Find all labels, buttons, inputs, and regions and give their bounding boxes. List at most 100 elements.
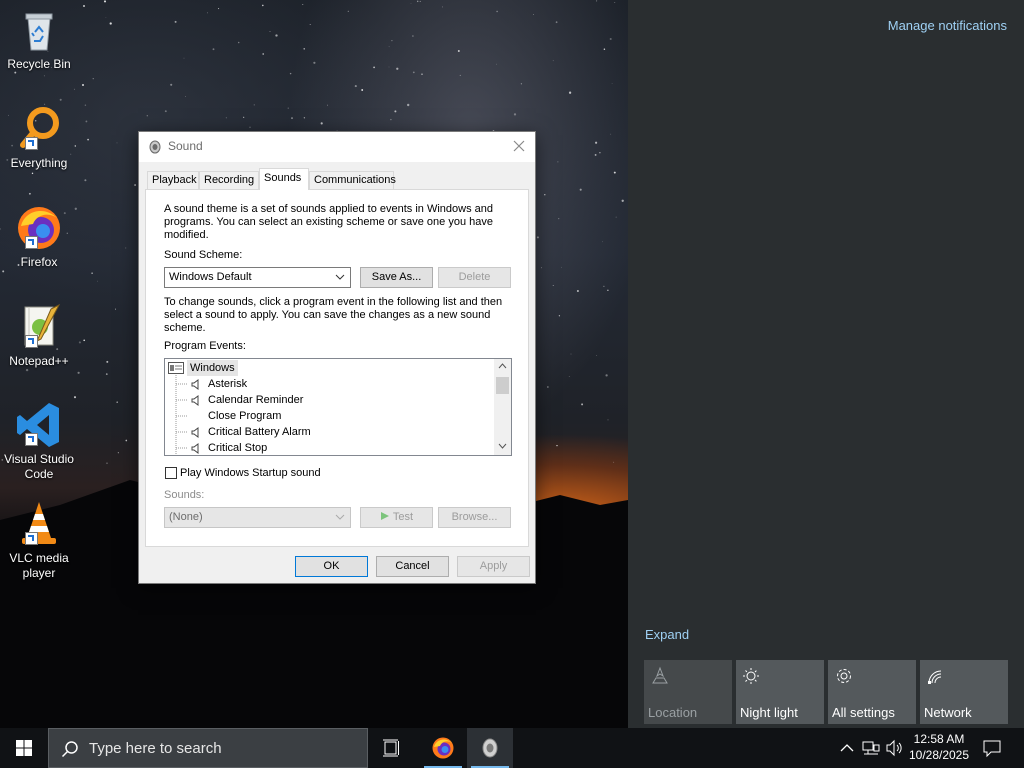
clock-date: 10/28/2025	[908, 748, 970, 762]
tab-sounds[interactable]: Sounds	[259, 168, 309, 190]
event-label: Calendar Reminder	[208, 394, 304, 406]
list-item-event[interactable]: Calendar Reminder	[191, 392, 491, 408]
search-placeholder: Type here to search	[89, 740, 222, 757]
firefox-icon	[432, 737, 454, 759]
quick-action-all-settings[interactable]: All settings	[828, 660, 916, 724]
tab-communications[interactable]: Communications	[309, 171, 396, 189]
desktop-icon-recycle-bin[interactable]: Recycle Bin	[4, 6, 74, 72]
manage-notifications-link[interactable]: Manage notifications	[888, 18, 1007, 33]
speaker-icon	[191, 427, 199, 438]
dialog-titlebar[interactable]: Sound	[139, 132, 535, 162]
startup-sound-checkbox[interactable]	[165, 467, 177, 479]
program-events-label: Program Events:	[164, 340, 246, 352]
cancel-button[interactable]: Cancel	[376, 556, 449, 577]
apply-button[interactable]: Apply	[457, 556, 530, 577]
desktop-icon-everything[interactable]: Everything	[4, 105, 74, 171]
browse-button[interactable]: Browse...	[438, 507, 511, 528]
play-icon	[380, 512, 389, 520]
clock-time: 12:58 AM	[913, 732, 965, 746]
list-item-event[interactable]: Critical Battery Alarm	[191, 424, 491, 440]
chevron-down-icon[interactable]	[498, 443, 507, 449]
quick-action-label: Network	[924, 705, 972, 720]
sound-dialog: Sound Playback Recording Sounds Communic…	[138, 131, 536, 584]
desktop-icon-label: Firefox	[20, 255, 58, 269]
shortcut-arrow-icon	[25, 433, 38, 446]
sound-scheme-select[interactable]: Windows Default	[164, 267, 351, 288]
network-wired-icon[interactable]	[862, 738, 880, 758]
save-as-button[interactable]: Save As...	[360, 267, 433, 288]
list-item-event[interactable]: Close Program	[191, 408, 491, 424]
windows-logo-icon	[16, 740, 32, 756]
desktop-icon-label: Everything	[10, 156, 68, 170]
taskbar-app-sound[interactable]	[467, 728, 513, 768]
scrollbar-thumb[interactable]	[496, 377, 509, 394]
quick-action-night-light[interactable]: Night light	[736, 660, 824, 724]
chevron-down-icon	[335, 514, 345, 520]
shortcut-arrow-icon	[25, 532, 38, 545]
desktop-icon-vscode[interactable]: Visual Studio Code	[4, 401, 74, 482]
test-label: Test	[392, 511, 414, 523]
taskbar-clock[interactable]: 12:58 AM 10/28/2025	[906, 731, 972, 763]
delete-button[interactable]: Delete	[438, 267, 511, 288]
taskbar-search-box[interactable]: Type here to search	[48, 728, 368, 768]
vlc-cone-icon	[15, 500, 63, 548]
task-view-icon	[383, 739, 399, 757]
speaker-icon	[191, 379, 199, 390]
sound-scheme-value: Windows Default	[169, 271, 252, 283]
speaker-app-icon	[149, 140, 161, 154]
chevron-up-icon[interactable]	[840, 738, 854, 758]
quick-action-label: Location	[648, 705, 698, 720]
change-sounds-text: To change sounds, click a program event …	[164, 296, 503, 334]
chevron-up-icon[interactable]	[498, 363, 507, 369]
firefox-icon	[15, 204, 63, 252]
program-events-list[interactable]: Windows Asterisk Calendar Reminder Close…	[164, 358, 512, 456]
list-item-event[interactable]: Asterisk	[191, 376, 491, 392]
vscode-icon	[15, 401, 63, 449]
desktop-icon-vlc[interactable]: VLC media player	[4, 500, 74, 581]
quick-action-network[interactable]: Network	[920, 660, 1008, 724]
network-icon	[928, 670, 942, 684]
speaker-app-icon	[482, 738, 498, 758]
desktop-icon-label: Notepad++	[9, 354, 69, 368]
quick-action-label: All settings	[832, 705, 895, 720]
expand-link[interactable]: Expand	[645, 627, 689, 642]
event-label: Close Program	[208, 410, 282, 422]
volume-icon[interactable]	[885, 738, 905, 758]
action-center: Manage notifications Expand Location Nig…	[628, 0, 1024, 728]
ok-button[interactable]: OK	[295, 556, 368, 577]
notification-center-icon[interactable]	[982, 738, 1002, 758]
speaker-icon	[191, 395, 199, 406]
events-scrollbar[interactable]	[494, 359, 511, 455]
search-icon	[61, 741, 78, 758]
sounds-select[interactable]: (None)	[164, 507, 351, 528]
desktop-icon-firefox[interactable]: Firefox	[4, 204, 74, 270]
intro-text: A sound theme is a set of sounds applied…	[164, 203, 493, 241]
taskbar-app-firefox[interactable]	[420, 728, 466, 768]
shortcut-arrow-icon	[25, 137, 38, 150]
quick-action-location[interactable]: Location	[644, 660, 732, 724]
tab-playback[interactable]: Playback	[147, 171, 199, 189]
taskbar: Type here to search 12:58 AM 10/28/2025	[0, 728, 1024, 768]
everything-search-icon	[15, 105, 63, 153]
quick-action-label: Night light	[740, 705, 798, 720]
close-icon[interactable]	[511, 138, 527, 154]
sounds-tab-panel: A sound theme is a set of sounds applied…	[145, 189, 529, 547]
task-view-button[interactable]	[368, 728, 414, 768]
event-label: Windows	[187, 360, 238, 376]
event-label: Asterisk	[208, 378, 248, 390]
notepad-plus-plus-icon	[15, 303, 63, 351]
dialog-title: Sound	[168, 139, 203, 153]
settings-gear-icon	[837, 669, 851, 683]
tree-lines	[175, 375, 187, 455]
sound-scheme-label: Sound Scheme:	[164, 249, 243, 261]
location-icon	[652, 666, 668, 684]
shortcut-arrow-icon	[25, 236, 38, 249]
start-button[interactable]	[0, 728, 48, 768]
chevron-down-icon	[335, 274, 345, 280]
desktop-icon-notepad-plus-plus[interactable]: Notepad++	[4, 303, 74, 369]
tab-recording[interactable]: Recording	[199, 171, 259, 189]
window-group-icon	[168, 362, 184, 374]
test-button[interactable]: Test	[360, 507, 433, 528]
desktop-icon-label: Recycle Bin	[7, 57, 71, 71]
list-item-event[interactable]: Critical Stop	[191, 440, 491, 455]
